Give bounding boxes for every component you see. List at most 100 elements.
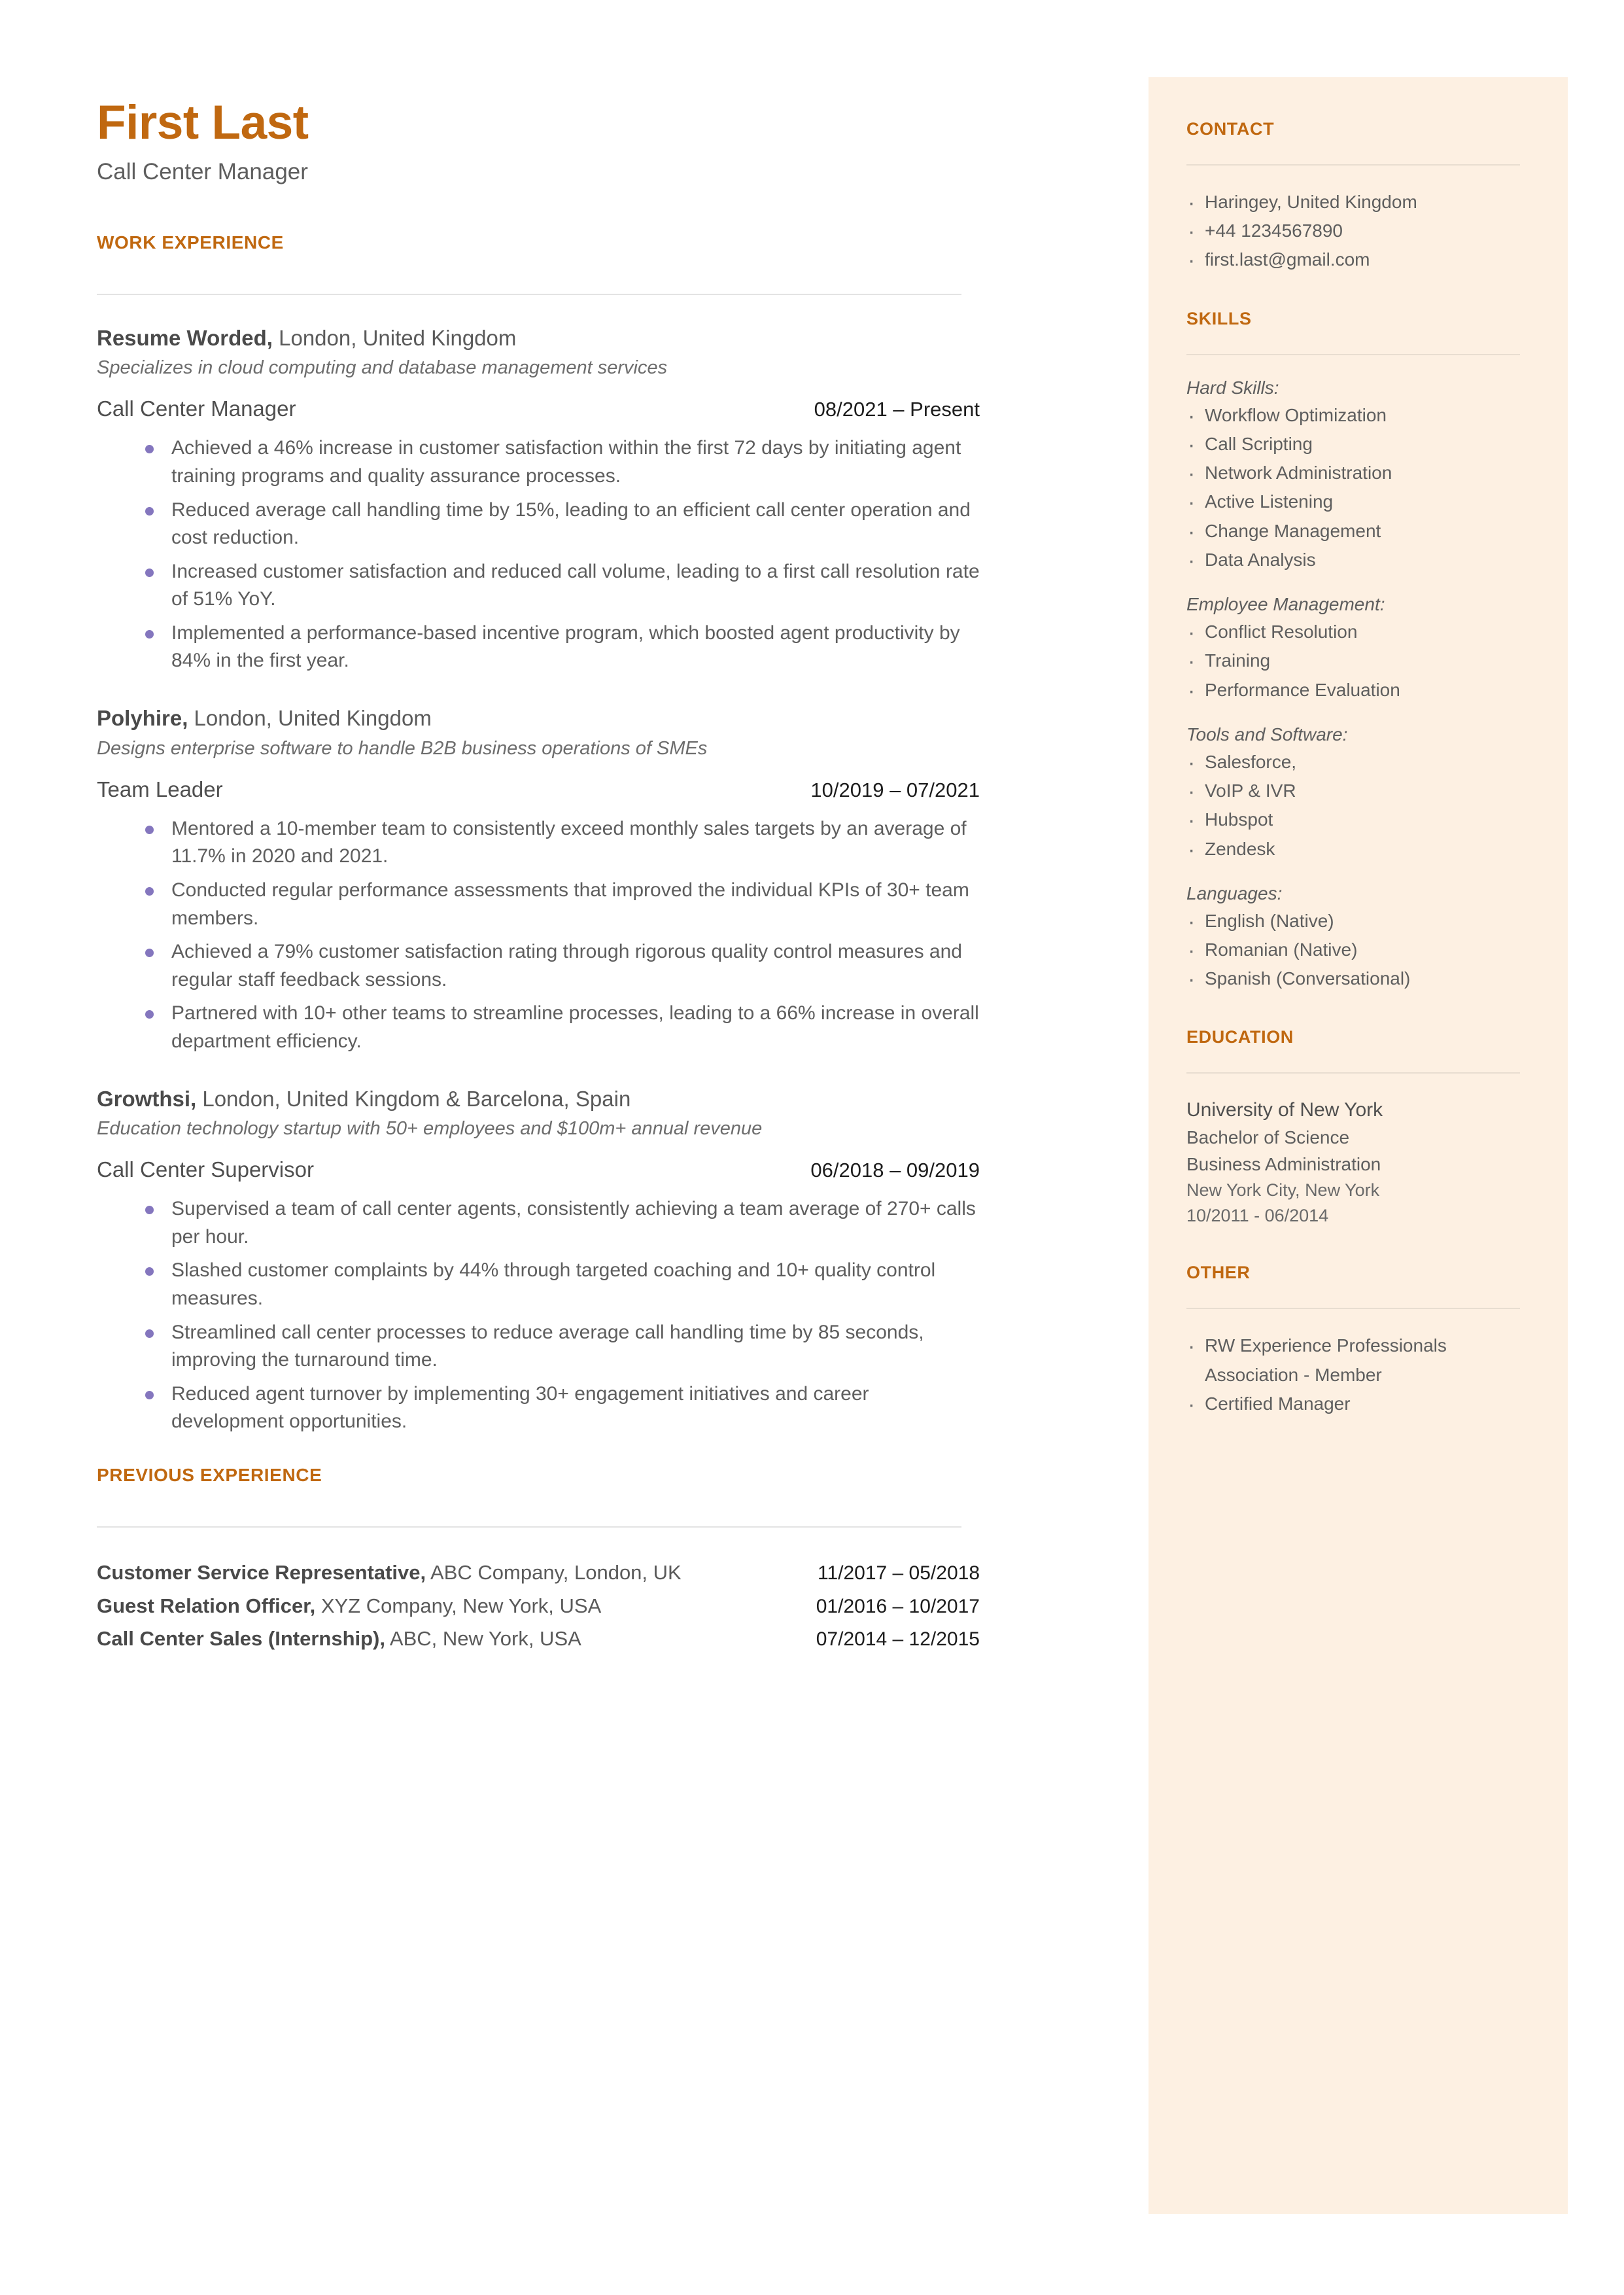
language-item: Romanian (Native)	[1186, 934, 1531, 969]
previous-role-detail: XYZ Company, New York, USA	[315, 1594, 602, 1617]
work-experience-entry: Resume Worded, London, United Kingdom Sp…	[97, 324, 980, 675]
education-field: Business Administration	[1186, 1153, 1381, 1174]
sidebar-divider	[1186, 1072, 1520, 1074]
skills-list-languages: English (Native) Romanian (Native) Spani…	[1186, 905, 1531, 998]
job-bullet-list: Achieved a 46% increase in customer sati…	[97, 434, 980, 675]
other-item: Certified Manager	[1186, 1388, 1531, 1423]
job-bullet-list: Mentored a 10-member team to consistentl…	[97, 815, 980, 1056]
skill-item: Network Administration	[1186, 457, 1531, 492]
job-company-name: Growthsi,	[97, 1086, 197, 1111]
contact-item-location: Haringey, United Kingdom	[1186, 186, 1531, 221]
education-entry: University of New York Bachelor of Scien…	[1186, 1096, 1531, 1229]
job-bullet: Streamlined call center processes to red…	[145, 1319, 980, 1375]
skill-item: Performance Evaluation	[1186, 674, 1531, 709]
skills-list-employee-management: Conflict Resolution Training Performance…	[1186, 616, 1531, 709]
skill-item: Active Listening	[1186, 485, 1531, 521]
job-company-location: London, United Kingdom	[272, 325, 517, 350]
job-title-row: Call Center Supervisor 06/2018 – 09/2019	[97, 1157, 980, 1182]
section-heading-previous-experience: PREVIOUS EXPERIENCE	[97, 1464, 322, 1485]
job-bullet: Increased customer satisfaction and redu…	[145, 558, 980, 614]
skills-group-label-hard-skills: Hard Skills:	[1186, 377, 1279, 398]
job-company-line: Polyhire, London, United Kingdom	[97, 704, 980, 733]
sidebar-heading-education: EDUCATION	[1186, 1027, 1294, 1047]
job-role-title: Call Center Manager	[97, 396, 296, 421]
job-date-range: 08/2021 – Present	[814, 398, 980, 421]
work-experience-entry: Polyhire, London, United Kingdom Designs…	[97, 704, 980, 1055]
sidebar-divider	[1186, 353, 1520, 355]
skill-item: Zendesk	[1186, 832, 1531, 867]
job-bullet: Achieved a 46% increase in customer sati…	[145, 434, 980, 490]
skill-item: Conflict Resolution	[1186, 616, 1531, 651]
job-title-row: Call Center Manager 08/2021 – Present	[97, 396, 980, 421]
previous-role-line: Customer Service Representative, ABC Com…	[97, 1556, 682, 1589]
skills-group-label-languages: Languages:	[1186, 883, 1283, 903]
job-company-location: London, United Kingdom	[188, 706, 432, 731]
main-column: First Last Call Center Manager WORK EXPE…	[97, 96, 980, 1656]
job-bullet: Supervised a team of call center agents,…	[145, 1195, 980, 1251]
previous-role-title: Guest Relation Officer,	[97, 1594, 316, 1617]
job-title-row: Team Leader 10/2019 – 07/2021	[97, 777, 980, 802]
previous-role-detail: ABC Company, London, UK	[426, 1560, 682, 1584]
previous-role-line: Call Center Sales (Internship), ABC, New…	[97, 1622, 581, 1655]
previous-role-dates: 01/2016 – 10/2017	[816, 1595, 980, 1617]
previous-role-line: Guest Relation Officer, XYZ Company, New…	[97, 1590, 601, 1622]
job-bullet: Reduced average call handling time by 15…	[145, 497, 980, 552]
job-bullet: Implemented a performance-based incentiv…	[145, 620, 980, 675]
contact-list: Haringey, United Kingdom +44 1234567890 …	[1186, 186, 1531, 279]
previous-role-dates: 11/2017 – 05/2018	[817, 1562, 980, 1584]
previous-experience-row: Call Center Sales (Internship), ABC, New…	[97, 1622, 980, 1656]
skills-group-label-employee-management: Employee Management:	[1186, 594, 1385, 615]
sidebar-heading-skills: SKILLS	[1186, 308, 1252, 328]
skills-group-label-tools-and-software: Tools and Software:	[1186, 724, 1348, 745]
job-bullet: Slashed customer complaints by 44% throu…	[145, 1257, 980, 1312]
skill-item: Data Analysis	[1186, 544, 1531, 579]
contact-item-phone: +44 1234567890	[1186, 215, 1531, 250]
skill-item: Training	[1186, 644, 1531, 680]
education-dates: 10/2011 - 06/2014	[1186, 1206, 1329, 1226]
sidebar-divider	[1186, 1308, 1520, 1310]
job-company-description: Specializes in cloud computing and datab…	[97, 357, 668, 379]
previous-role-title: Customer Service Representative,	[97, 1560, 426, 1584]
language-item: English (Native)	[1186, 905, 1531, 940]
previous-role-detail: ABC, New York, USA	[385, 1627, 581, 1651]
job-company-line: Resume Worded, London, United Kingdom	[97, 324, 980, 353]
section-heading-work-experience: WORK EXPERIENCE	[97, 232, 284, 253]
candidate-job-title: Call Center Manager	[97, 158, 308, 184]
job-company-name: Resume Worded,	[97, 325, 273, 350]
job-bullet: Partnered with 10+ other teams to stream…	[145, 1000, 980, 1055]
education-school: University of New York	[1186, 1099, 1383, 1121]
previous-experience-row: Guest Relation Officer, XYZ Company, New…	[97, 1590, 980, 1623]
other-item: RW Experience Professionals Association …	[1186, 1329, 1531, 1389]
sidebar-heading-contact: CONTACT	[1186, 119, 1275, 139]
job-bullet: Achieved a 79% customer satisfaction rat…	[145, 938, 980, 994]
section-divider	[97, 293, 961, 295]
job-date-range: 06/2018 – 09/2019	[810, 1159, 980, 1182]
section-divider	[97, 1526, 961, 1528]
candidate-name: First Last	[97, 96, 309, 149]
skills-list-hard-skills: Workflow Optimization Call Scripting Net…	[1186, 399, 1531, 579]
job-company-location: London, United Kingdom & Barcelona, Spai…	[196, 1086, 631, 1111]
job-bullet: Reduced agent turnover by implementing 3…	[145, 1380, 980, 1436]
job-company-name: Polyhire,	[97, 706, 188, 731]
sidebar-heading-other: OTHER	[1186, 1263, 1251, 1283]
skill-item: Workflow Optimization	[1186, 399, 1531, 434]
education-degree: Bachelor of Science	[1186, 1127, 1350, 1148]
language-item: Spanish (Conversational)	[1186, 962, 1531, 998]
job-company-description: Education technology startup with 50+ em…	[97, 1118, 763, 1140]
previous-role-dates: 07/2014 – 12/2015	[816, 1628, 980, 1651]
skills-list-tools-and-software: Salesforce, VoIP & IVR Hubspot Zendesk	[1186, 746, 1531, 868]
skill-item: VoIP & IVR	[1186, 775, 1531, 810]
job-company-description: Designs enterprise software to handle B2…	[97, 737, 708, 759]
skill-item: Salesforce,	[1186, 746, 1531, 781]
skill-item: Hubspot	[1186, 803, 1531, 839]
contact-item-email[interactable]: first.last@gmail.com	[1186, 243, 1531, 279]
sidebar: CONTACT Haringey, United Kingdom +44 123…	[1149, 77, 1568, 2214]
education-location: New York City, New York	[1186, 1180, 1380, 1200]
previous-experience-list: Customer Service Representative, ABC Com…	[97, 1556, 980, 1656]
job-bullet-list: Supervised a team of call center agents,…	[97, 1195, 980, 1436]
other-list: RW Experience Professionals Association …	[1186, 1329, 1531, 1423]
